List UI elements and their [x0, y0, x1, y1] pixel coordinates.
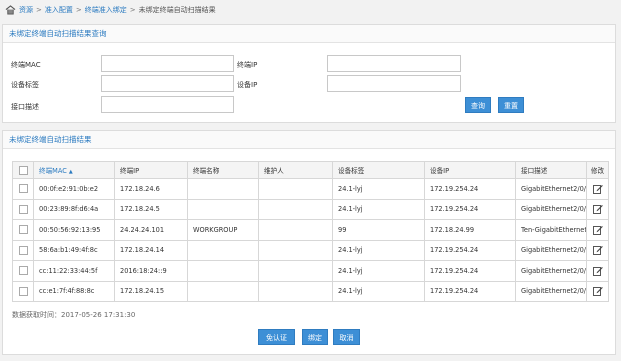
cell-maintainer [258, 280, 333, 302]
query-panel: 未绑定终端自动扫描结果查询 终端MAC 终端IP 设备标签 设备IP 接口描述 … [2, 24, 616, 123]
table-row: 00:23:89:8f:d6:4a 172.18.24.5 24.1-lyj 1… [12, 198, 609, 220]
bind-button[interactable]: 绑定 [302, 329, 328, 345]
breadcrumb-access-config[interactable]: 准入配置 [45, 5, 73, 15]
interface-desc-label: 接口描述 [11, 103, 39, 111]
breadcrumb-current: 未绑定终端自动扫描结果 [138, 6, 216, 14]
sort-asc-icon: ▲ [68, 169, 73, 175]
breadcrumb-resource[interactable]: 资源 [19, 5, 33, 15]
cell-maintainer [258, 219, 333, 241]
row-checkbox[interactable] [18, 204, 28, 214]
cell-name [187, 178, 259, 200]
column-mac[interactable]: 终端MAC ▲ [33, 161, 115, 179]
table-row: cc:e1:7f:4f:88:8c 172.18.24.15 24.1-lyj … [12, 280, 609, 302]
column-ip[interactable]: 终端IP [114, 161, 188, 179]
cell-name [187, 198, 259, 220]
table-row: 00:0f:e2:91:0b:e2 172.18.24.6 24.1-lyj 1… [12, 178, 609, 200]
device-tag-input[interactable] [101, 75, 234, 92]
interface-desc-input[interactable] [101, 96, 234, 113]
results-panel: 未绑定终端自动扫描结果 终端MAC ▲ 终端IP 终端名称 维护人 设备标签 设备… [2, 130, 616, 355]
search-button[interactable]: 查询 [465, 97, 491, 113]
breadcrumb: 资源 > 准入配置 > 终端准入绑定 > 未绑定终端自动扫描结果 [5, 4, 216, 16]
home-icon [5, 5, 16, 15]
breadcrumb-terminal-binding[interactable]: 终端准入绑定 [85, 5, 127, 15]
mac-input[interactable] [101, 55, 234, 72]
cell-interface-desc: GigabitEthernet2/0/5 [515, 198, 587, 220]
cell-device-tag: 24.1-lyj [332, 198, 425, 220]
device-ip-input[interactable] [327, 75, 461, 92]
results-table: 终端MAC ▲ 终端IP 终端名称 维护人 设备标签 设备IP 接口描述 修改 0… [12, 161, 609, 302]
fetch-time: 数据获取时间：2017-05-26 17:31:30 [12, 311, 136, 319]
cell-device-ip: 172.19.254.24 [424, 198, 516, 220]
cell-device-tag: 24.1-lyj [332, 280, 425, 302]
mac-label: 终端MAC [11, 61, 41, 69]
cell-maintainer [258, 178, 333, 200]
cell-device-ip: 172.19.254.24 [424, 178, 516, 200]
cell-ip: 172.18.24.5 [114, 198, 188, 220]
cell-ip: 2016:18:24::9 [114, 260, 188, 282]
column-edit: 修改 [586, 161, 609, 179]
cell-interface-desc: Ten-GigabitEthernet1/0/1 [515, 219, 587, 241]
cell-mac: 58:6a:b1:49:4f:8c [33, 239, 115, 261]
cell-name [187, 260, 259, 282]
select-all-cell [12, 161, 34, 179]
cell-device-ip: 172.19.254.24 [424, 260, 516, 282]
cell-device-tag: 24.1-lyj [332, 260, 425, 282]
cell-interface-desc: GigabitEthernet2/0/6 [515, 178, 587, 200]
cell-maintainer [258, 198, 333, 220]
column-maintainer[interactable]: 维护人 [258, 161, 333, 179]
cell-device-ip: 172.18.24.99 [424, 219, 516, 241]
device-ip-label: 设备IP [237, 81, 258, 89]
row-checkbox[interactable] [18, 184, 28, 194]
results-panel-title: 未绑定终端自动扫描结果 [3, 131, 615, 149]
cell-name [187, 280, 259, 302]
row-checkbox[interactable] [18, 225, 28, 235]
column-interface-desc[interactable]: 接口描述 [515, 161, 587, 179]
column-name[interactable]: 终端名称 [187, 161, 259, 179]
cell-mac: 00:23:89:8f:d6:4a [33, 198, 115, 220]
edit-icon[interactable] [592, 184, 603, 194]
cell-device-tag: 24.1-lyj [332, 239, 425, 261]
edit-icon[interactable] [592, 245, 603, 256]
cell-interface-desc: GigabitEthernet2/0/16 [515, 280, 587, 302]
column-device-ip[interactable]: 设备IP [424, 161, 516, 179]
table-row: 00:50:56:92:13:95 24.24.24.101 WORKGROUP… [12, 219, 609, 241]
column-device-tag[interactable]: 设备标签 [332, 161, 425, 179]
cell-device-tag: 24.1-lyj [332, 178, 425, 200]
table-header-row: 终端MAC ▲ 终端IP 终端名称 维护人 设备标签 设备IP 接口描述 修改 [12, 161, 609, 179]
cell-mac: 00:50:56:92:13:95 [33, 219, 115, 241]
cell-ip: 172.18.24.14 [114, 239, 188, 261]
cell-ip: 172.18.24.15 [114, 280, 188, 302]
cell-maintainer [258, 260, 333, 282]
cell-name [187, 239, 259, 261]
edit-icon[interactable] [592, 225, 603, 235]
row-checkbox[interactable] [18, 245, 28, 255]
row-checkbox[interactable] [18, 286, 28, 296]
row-checkbox[interactable] [18, 266, 28, 276]
device-tag-label: 设备标签 [11, 81, 39, 89]
edit-icon[interactable] [592, 286, 603, 297]
cell-interface-desc: GigabitEthernet2/0/9 [515, 260, 587, 282]
edit-icon[interactable] [592, 266, 603, 276]
cell-name: WORKGROUP [187, 219, 259, 241]
ip-input[interactable] [327, 55, 461, 72]
cell-mac: 00:0f:e2:91:0b:e2 [33, 178, 115, 200]
query-panel-title: 未绑定终端自动扫描结果查询 [3, 25, 615, 43]
select-all-checkbox[interactable] [18, 165, 28, 175]
cell-mac: cc:11:22:33:44:5f [33, 260, 115, 282]
cell-interface-desc: GigabitEthernet2/0/23 [515, 239, 587, 261]
cell-device-ip: 172.19.254.24 [424, 239, 516, 261]
table-row: cc:11:22:33:44:5f 2016:18:24::9 24.1-lyj… [12, 260, 609, 282]
cell-device-tag: 99 [332, 219, 425, 241]
ip-label: 终端IP [237, 61, 258, 69]
edit-icon[interactable] [592, 204, 603, 215]
cell-device-ip: 172.19.254.24 [424, 280, 516, 302]
cell-ip: 24.24.24.101 [114, 219, 188, 241]
cell-maintainer [258, 239, 333, 261]
cell-ip: 172.18.24.6 [114, 178, 188, 200]
cell-mac: cc:e1:7f:4f:88:8c [33, 280, 115, 302]
table-row: 58:6a:b1:49:4f:8c 172.18.24.14 24.1-lyj … [12, 239, 609, 261]
cancel-button[interactable]: 取消 [333, 329, 360, 345]
free-auth-button[interactable]: 免认证 [258, 329, 295, 345]
reset-button[interactable]: 重置 [498, 97, 524, 113]
